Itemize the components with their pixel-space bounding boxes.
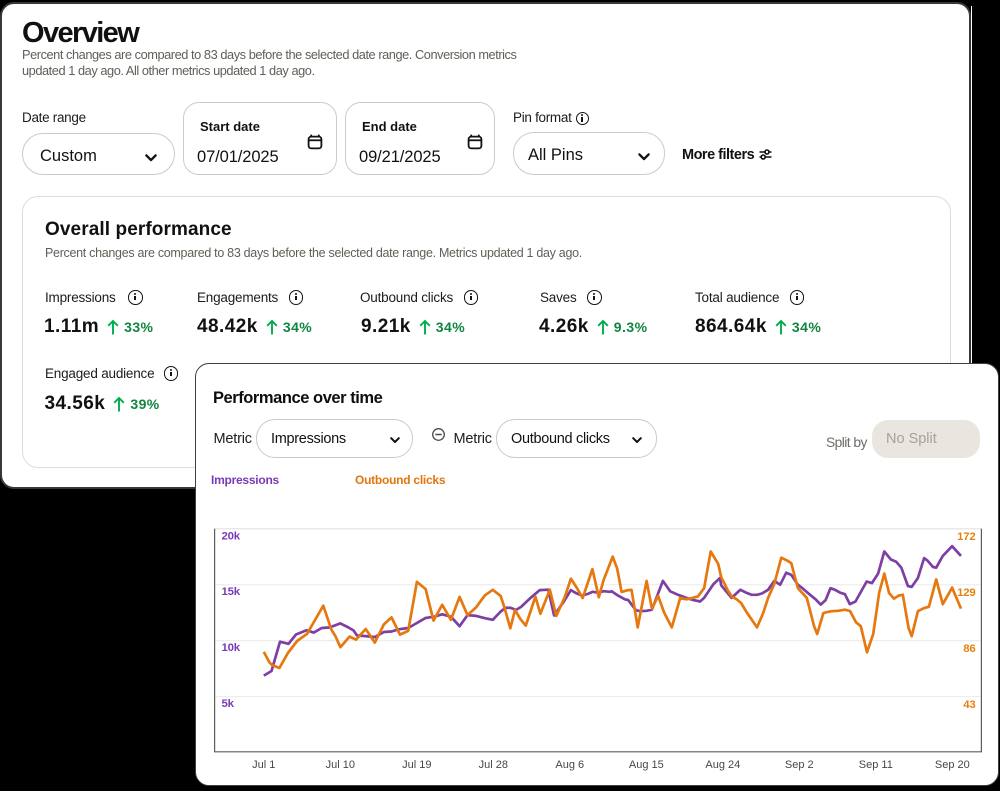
svg-text:172: 172 bbox=[957, 531, 975, 543]
svg-text:86: 86 bbox=[963, 643, 975, 655]
svg-text:10k: 10k bbox=[222, 642, 241, 654]
svg-text:15k: 15k bbox=[222, 586, 241, 598]
svg-text:Sep 20: Sep 20 bbox=[935, 759, 970, 771]
svg-text:5k: 5k bbox=[222, 698, 235, 710]
svg-text:Aug 15: Aug 15 bbox=[629, 759, 664, 771]
svg-text:Sep 2: Sep 2 bbox=[785, 759, 814, 771]
svg-text:Jul 28: Jul 28 bbox=[479, 759, 508, 771]
svg-text:Jul 10: Jul 10 bbox=[326, 759, 355, 771]
svg-text:Sep 11: Sep 11 bbox=[859, 759, 893, 771]
svg-text:20k: 20k bbox=[222, 530, 241, 542]
svg-text:Aug 6: Aug 6 bbox=[555, 759, 584, 771]
svg-text:Aug 24: Aug 24 bbox=[705, 759, 740, 771]
svg-text:Jul 1: Jul 1 bbox=[252, 759, 275, 771]
svg-text:43: 43 bbox=[963, 699, 975, 711]
svg-text:129: 129 bbox=[957, 587, 975, 599]
svg-text:Jul 19: Jul 19 bbox=[402, 759, 431, 771]
